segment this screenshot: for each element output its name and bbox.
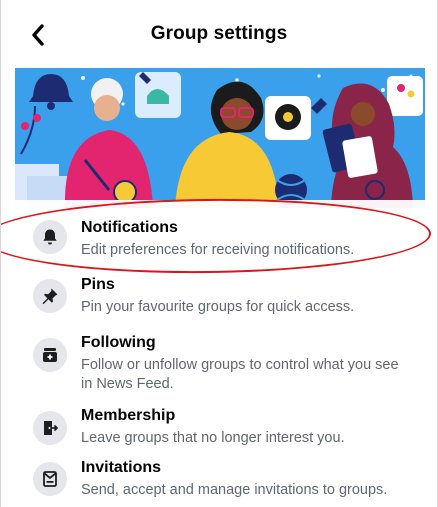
pin-icon (33, 279, 67, 313)
settings-item-following[interactable]: Following Follow or unfollow groups to c… (1, 334, 437, 396)
settings-item-pins[interactable]: Pins Pin your favourite groups for quick… (1, 273, 437, 337)
feed-icon (33, 338, 67, 372)
invitation-icon (33, 462, 67, 496)
settings-item-invitations[interactable]: Invitations Send, accept and manage invi… (1, 456, 437, 507)
settings-item-title: Invitations (81, 459, 162, 476)
cover-illustration (15, 68, 425, 208)
settings-item-description: Pin your favourite groups for quick acce… (81, 299, 355, 315)
settings-item-title: Membership (81, 407, 176, 424)
bell-icon (33, 220, 67, 254)
settings-item-description: Follow or unfollow groups to control wha… (81, 357, 399, 392)
settings-item-title: Following (81, 334, 156, 351)
page-title: Group settings (150, 23, 288, 44)
settings-item-notifications[interactable]: Notifications Edit preferences for recei… (1, 212, 437, 276)
top-bar: Group settings (1, 0, 437, 68)
app-screen: Group settings Notifications Edit prefer… (0, 0, 438, 507)
settings-item-description: Edit preferences for receiving notificat… (81, 242, 355, 258)
settings-item-description: Leave groups that no longer interest you… (81, 430, 345, 446)
exit-door-icon (33, 411, 67, 445)
settings-item-description: Send, accept and manage invitations to g… (81, 482, 388, 498)
settings-item-title: Pins (81, 276, 115, 293)
back-button[interactable] (25, 22, 51, 48)
chevron-left-icon (32, 24, 44, 46)
settings-item-title: Notifications (81, 219, 178, 236)
